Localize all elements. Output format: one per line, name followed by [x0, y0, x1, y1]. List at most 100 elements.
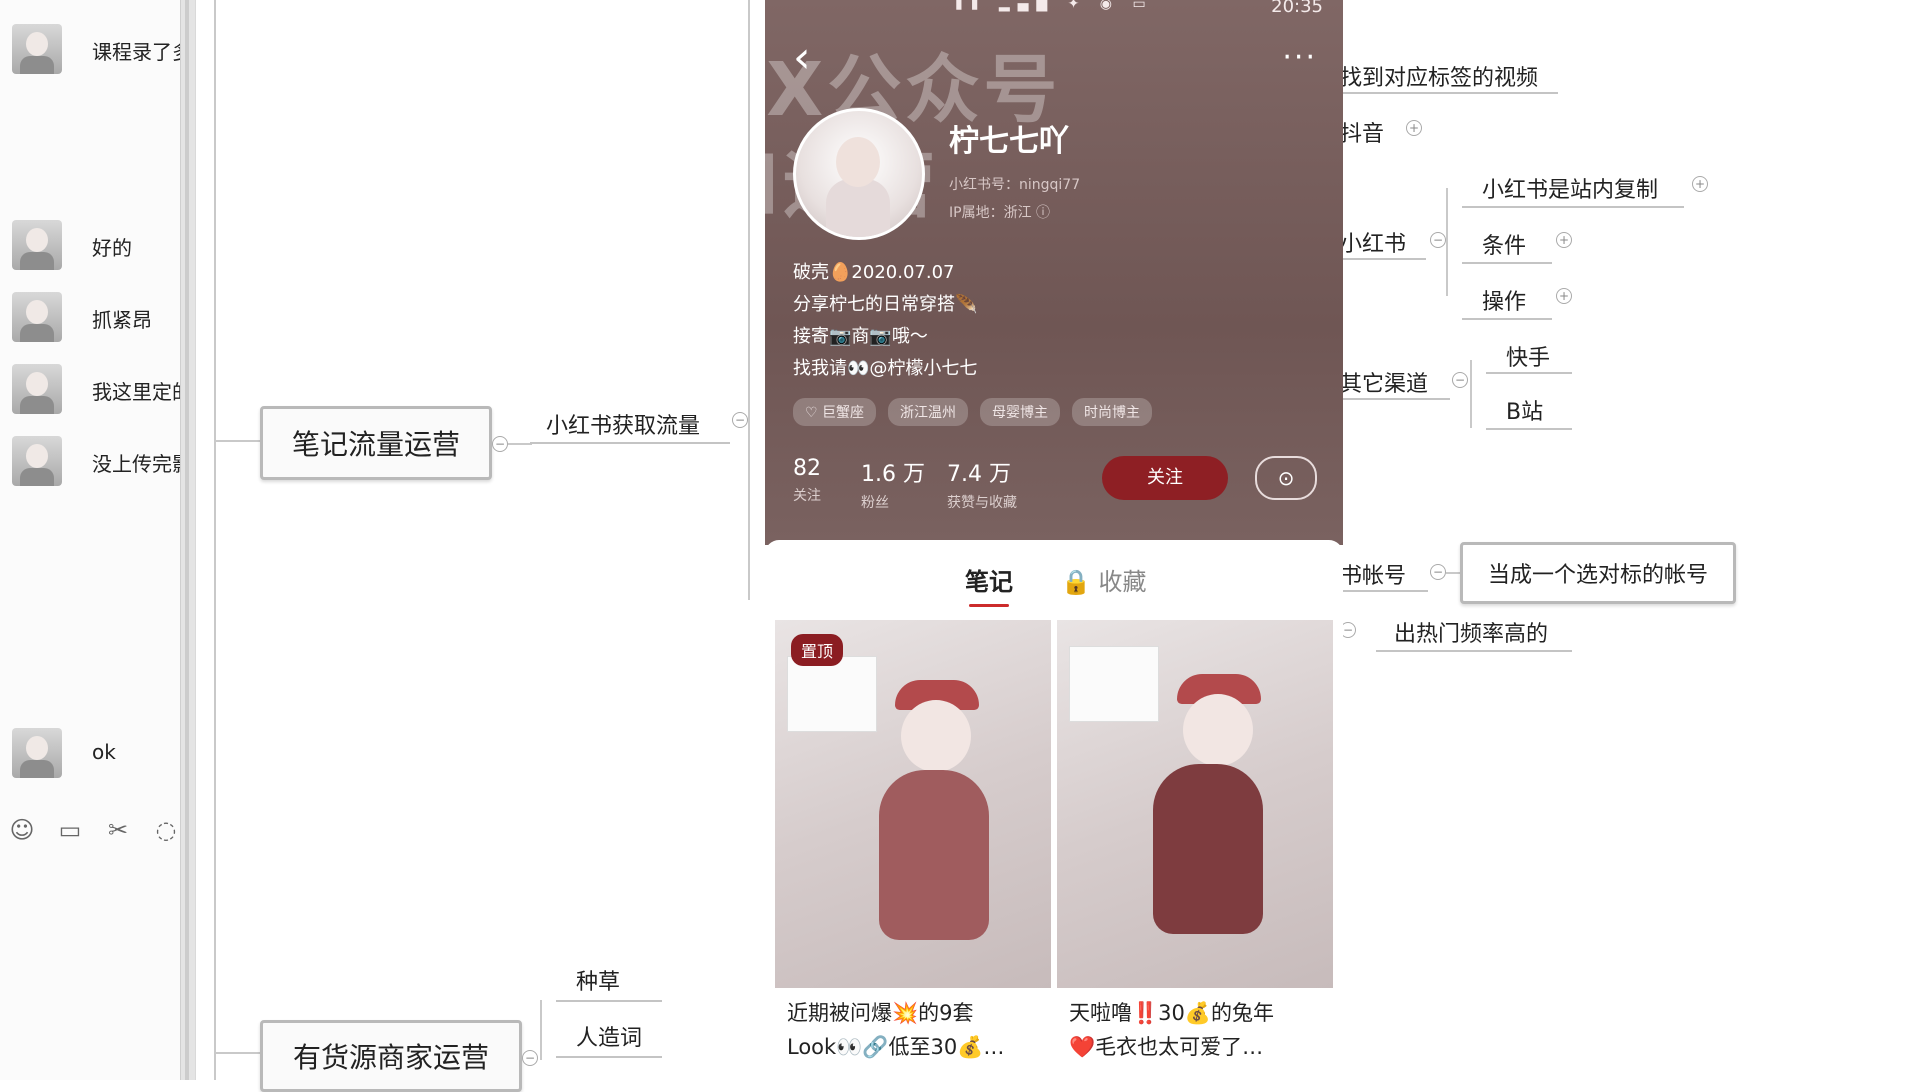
- note-title: ❤️毛衣也太可爱了…: [1069, 1035, 1264, 1059]
- avatar: [12, 364, 62, 414]
- chat-message[interactable]: 我这里定的: [12, 364, 188, 418]
- stat-likes[interactable]: 7.4 万 获赞与收藏: [947, 456, 1017, 512]
- mindmap-connector: [1446, 188, 1448, 296]
- note-title: Look👀🔗低至30💰…: [787, 1035, 1005, 1059]
- profile-red-id[interactable]: 小红书号：ningqi77: [949, 174, 1080, 194]
- profile-avatar[interactable]: [793, 108, 925, 240]
- chat-message-text: ok: [92, 740, 116, 764]
- node-underline: [1340, 590, 1428, 592]
- mindmap-connector: [214, 0, 216, 1080]
- chat-message[interactable]: 抓紧昂: [12, 292, 180, 346]
- node-label: 有货源商家运营: [292, 1041, 489, 1074]
- note-thumb-doc: [787, 656, 877, 732]
- node-underline: [1462, 206, 1684, 208]
- mindmap-node-note-traffic[interactable]: 笔记流量运营: [260, 406, 492, 480]
- avatar: [12, 24, 62, 74]
- chat-message[interactable]: 没上传完影: [12, 436, 188, 490]
- mindmap-node-coined-word[interactable]: 人造词: [576, 1020, 642, 1052]
- chat-message-text: 没上传完影: [92, 452, 188, 476]
- collapse-icon[interactable]: −: [1430, 232, 1446, 248]
- avatar: [12, 436, 62, 486]
- mindmap-node-hot-frequency[interactable]: 出热门频率高的: [1394, 616, 1548, 648]
- mindmap-node-seeding[interactable]: 种草: [576, 964, 620, 996]
- pinned-badge: 置顶: [791, 634, 844, 666]
- expand-icon[interactable]: +: [1406, 120, 1422, 136]
- mindmap-node-xhs[interactable]: 小红书: [1340, 226, 1406, 258]
- mindmap-node-find-video[interactable]: 找到对应标签的视频: [1340, 60, 1538, 92]
- note-card[interactable]: 天啦噜‼️30💰的兔年 ❤️毛衣也太可爱了…: [1057, 620, 1333, 1064]
- mindmap-connector: [214, 440, 260, 442]
- mindmap-node-merchant[interactable]: 有货源商家运营: [260, 1020, 522, 1092]
- chat-bubble-icon[interactable]: ◌: [152, 816, 180, 844]
- expand-icon[interactable]: +: [1556, 288, 1572, 304]
- mindmap-node-account[interactable]: 书帐号: [1340, 558, 1406, 590]
- mindmap-node-douyin[interactable]: 抖音: [1340, 116, 1384, 148]
- collapse-icon[interactable]: −: [732, 412, 748, 428]
- node-underline: [1340, 398, 1450, 400]
- mindmap-node-bilibili[interactable]: B站: [1506, 394, 1543, 426]
- node-underline: [1340, 92, 1558, 94]
- profile-tabs: 笔记 🔒 收藏: [765, 540, 1343, 610]
- profile-tag[interactable]: 浙江温州: [888, 398, 969, 426]
- chat-message-text: 我这里定的: [92, 380, 188, 404]
- mindmap-node-other-channels[interactable]: 其它渠道: [1340, 366, 1428, 398]
- avatar: [12, 292, 62, 342]
- node-underline: [1462, 318, 1552, 320]
- note-title: 近期被问爆💥的9套: [787, 1001, 974, 1025]
- collapse-icon[interactable]: −: [522, 1050, 538, 1066]
- follow-button[interactable]: 关注: [1102, 456, 1228, 500]
- profile-tag[interactable]: 时尚博主: [1072, 398, 1153, 426]
- chat-message-text: 课程录了多: [92, 40, 188, 64]
- avatar: [12, 728, 62, 778]
- mindmap-node-xhs-traffic[interactable]: 小红书获取流量: [546, 408, 700, 440]
- chat-sidebar: 课程录了多 好的 抓紧昂 我这里定的 没上传完影 ok ☺ ▭ ✂ ◌: [0, 0, 188, 1080]
- chat-toolbar: ☺ ▭ ✂ ◌: [8, 816, 180, 844]
- tab-notes[interactable]: 笔记: [965, 562, 1013, 607]
- folder-icon[interactable]: ▭: [56, 816, 84, 844]
- message-button[interactable]: ⊙: [1255, 456, 1317, 500]
- note-cover-image: [1057, 620, 1333, 988]
- expand-icon[interactable]: +: [1692, 176, 1708, 192]
- node-underline: [556, 1056, 662, 1058]
- chat-splitter[interactable]: [180, 0, 196, 1080]
- chat-message[interactable]: 好的: [12, 220, 180, 274]
- tab-favorites[interactable]: 🔒 收藏: [1061, 562, 1147, 597]
- mindmap-node-condition[interactable]: 条件: [1482, 228, 1526, 260]
- mindmap-node-kuaishou[interactable]: 快手: [1506, 340, 1550, 372]
- child-figure-body: [879, 770, 989, 940]
- emoji-icon[interactable]: ☺: [8, 816, 36, 844]
- mindmap-node-benchmark-account[interactable]: 当成一个选对标的帐号: [1460, 542, 1736, 604]
- note-card[interactable]: 置顶 近期被问爆💥的9套 Look👀🔗低至30💰…: [775, 620, 1051, 1064]
- node-underline: [556, 1000, 662, 1002]
- collapse-icon[interactable]: −: [492, 436, 508, 452]
- stat-label: 获赞与收藏: [947, 495, 1017, 511]
- avatar: [12, 220, 62, 270]
- more-icon[interactable]: ···: [1282, 40, 1317, 75]
- status-icons: ▮▮ ▂▄▆ ✦ ◉ ▭: [955, 0, 1154, 12]
- scissors-icon[interactable]: ✂: [104, 816, 132, 844]
- mindmap-connector: [540, 1000, 542, 1060]
- note-thumb-doc: [1069, 646, 1159, 722]
- profile-bio-line: 破壳🥚2020.07.07: [793, 262, 955, 283]
- child-figure-body: [1153, 764, 1263, 934]
- mindmap-node-operation[interactable]: 操作: [1482, 284, 1526, 316]
- profile-tag[interactable]: 母婴博主: [980, 398, 1061, 426]
- expand-icon[interactable]: +: [1556, 232, 1572, 248]
- node-underline: [1486, 428, 1572, 430]
- stat-followers[interactable]: 1.6 万 粉丝: [861, 456, 925, 512]
- mindmap-node-xhs-copy[interactable]: 小红书是站内复制: [1482, 172, 1658, 204]
- profile-tag[interactable]: ♡ 巨蟹座: [793, 398, 877, 426]
- stat-number: 7.4 万: [947, 462, 1011, 487]
- stat-following[interactable]: 82 关注: [793, 456, 821, 505]
- back-icon[interactable]: ‹: [793, 36, 811, 80]
- phone-profile-screen: ▮▮ ▂▄▆ ✦ ◉ ▭ 20:35 VX公众号 和运营 ‹ ··· 柠七七吖 …: [765, 0, 1343, 1080]
- collapse-icon[interactable]: −: [1452, 372, 1468, 388]
- mindmap-connector: [748, 0, 750, 600]
- chat-message-text: 抓紧昂: [92, 308, 152, 332]
- stat-label: 粉丝: [861, 495, 889, 511]
- node-underline: [1486, 372, 1572, 374]
- chat-message[interactable]: 课程录了多: [12, 24, 188, 78]
- profile-bio-line: 分享柠七的日常穿搭🪶: [793, 294, 978, 315]
- chat-message[interactable]: ok: [12, 728, 180, 782]
- collapse-icon[interactable]: −: [1430, 564, 1446, 580]
